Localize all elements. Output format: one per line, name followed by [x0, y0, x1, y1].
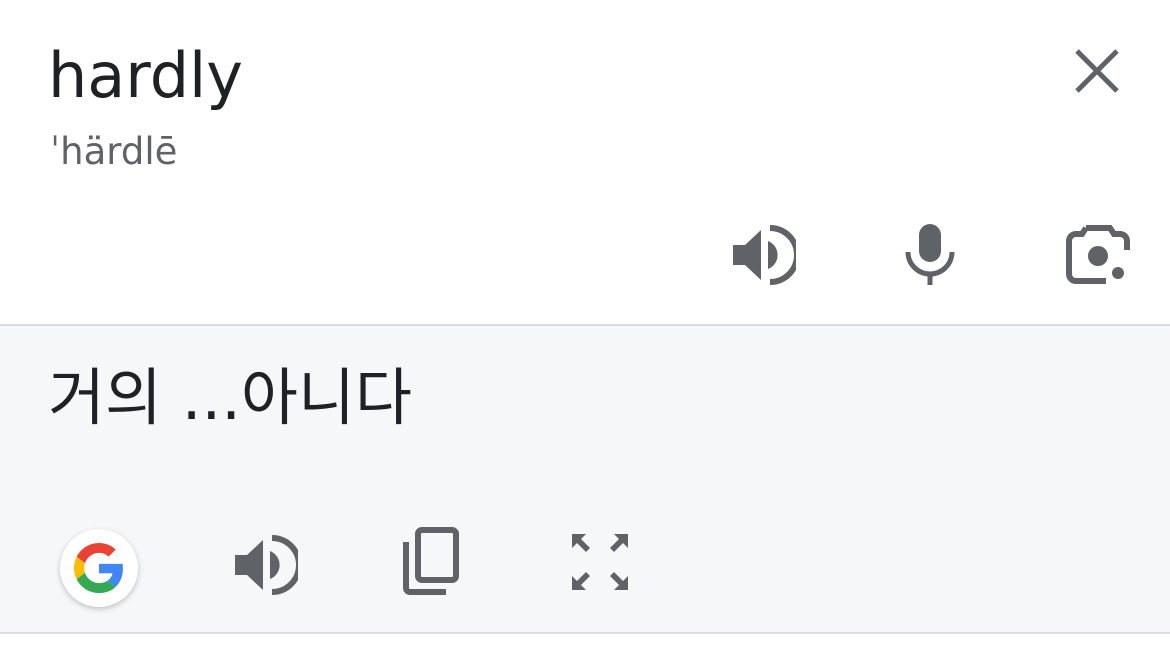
microphone-icon	[905, 224, 955, 285]
listen-source-button[interactable]	[730, 222, 796, 288]
source-panel: hardly ˈhärdlē	[0, 0, 1170, 324]
phonetic-spelling: ˈhärdlē	[50, 130, 178, 173]
listen-translation-button[interactable]	[232, 532, 298, 598]
microphone-button[interactable]	[900, 222, 960, 286]
copy-button[interactable]	[400, 526, 462, 596]
close-button[interactable]	[1070, 44, 1124, 98]
google-search-button[interactable]	[60, 529, 138, 607]
bottom-strip	[0, 634, 1170, 657]
camera-lens-icon	[1066, 225, 1130, 284]
camera-button[interactable]	[1066, 224, 1130, 286]
result-panel: 거의 ...아니다	[0, 326, 1170, 632]
google-logo-icon	[74, 543, 123, 593]
copy-icon	[403, 527, 459, 595]
source-word[interactable]: hardly	[48, 40, 243, 112]
volume-icon	[733, 225, 796, 285]
volume-icon	[235, 535, 298, 595]
fullscreen-button[interactable]	[568, 530, 632, 594]
translation-text[interactable]: 거의 ...아니다	[48, 362, 412, 434]
translate-card: hardly ˈhärdlē 거의 ...아니다	[0, 0, 1170, 657]
close-icon	[1075, 49, 1119, 93]
fullscreen-icon	[572, 534, 628, 590]
